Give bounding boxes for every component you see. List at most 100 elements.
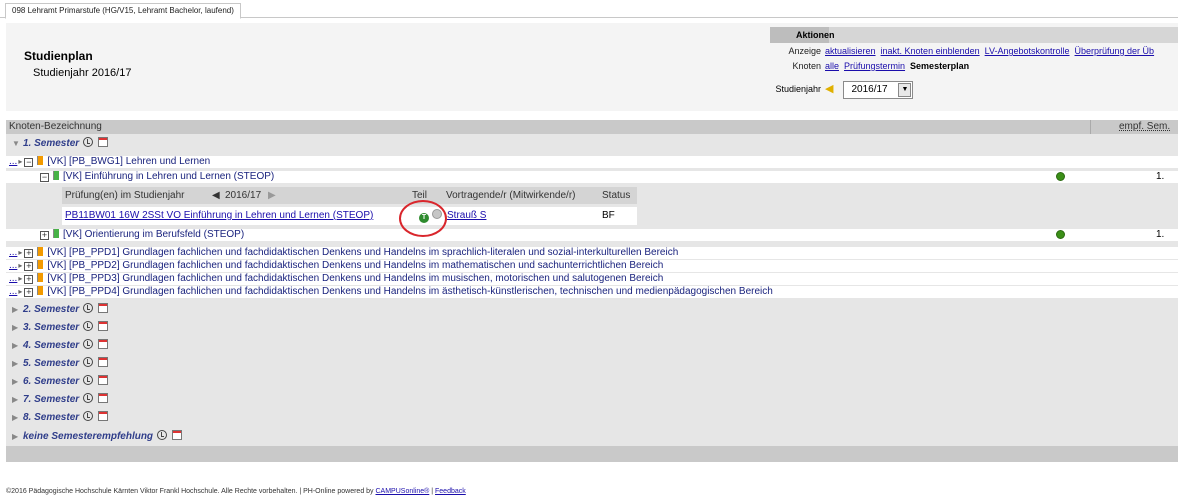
calendar-icon[interactable] [98, 375, 109, 385]
node-row: ...▸ + [VK] [PB_PPD2] Grundlagen fachliche… [6, 260, 1178, 272]
expand-icon[interactable]: + [40, 231, 49, 240]
node-label[interactable]: [VK] Einführung in Lehren und Lernen (ST… [63, 171, 274, 182]
campusonline-link[interactable]: CAMPUSonline® [376, 488, 430, 495]
more-link[interactable]: ... [9, 273, 17, 284]
semester-row[interactable]: ▶ keine Semesterempfehlung [6, 430, 1178, 442]
col-knoten-bezeichnung[interactable]: Knoten-Bezeichnung [9, 121, 102, 132]
alle-link[interactable]: alle [825, 61, 839, 71]
expand-triangle-icon[interactable]: ▶ [12, 431, 18, 443]
calendar-icon[interactable] [98, 321, 109, 331]
semester-label: 5. Semester [23, 358, 80, 369]
node-label[interactable]: [VK] [PB_PPD4] Grundlagen fachlichen und… [47, 286, 772, 297]
semester-row[interactable]: ▶ 8. Semester [6, 411, 1178, 423]
pick-icon[interactable]: ▸ [18, 261, 22, 270]
page-subtitle: Studienjahr 2016/17 [33, 67, 132, 79]
node-label[interactable]: [VK] Orientierung im Berufsfeld (STEOP) [63, 229, 244, 240]
pick-icon[interactable]: ▸ [18, 157, 22, 166]
col-status: Status [602, 190, 631, 201]
orange-flag-icon [37, 247, 44, 256]
clock-icon[interactable] [83, 321, 94, 331]
expand-triangle-icon[interactable]: ▶ [12, 376, 18, 388]
ueberpruefung-link[interactable]: Überprüfung der Üb [1075, 46, 1155, 56]
status-value: BF [602, 210, 615, 221]
course-link[interactable]: PB11BW01 16W 2SSt VO Einführung in Lehre… [65, 207, 373, 225]
semester-row[interactable]: ▶ 4. Semester [6, 339, 1178, 351]
expand-triangle-icon[interactable]: ▶ [12, 412, 18, 424]
collapse-icon[interactable]: − [24, 158, 34, 167]
expand-icon[interactable]: + [24, 262, 34, 271]
node-label[interactable]: [VK] [PB_PPD1] Grundlagen fachlichen und… [47, 247, 678, 258]
semester-row[interactable]: ▶ 2. Semester [6, 303, 1178, 315]
prev-year-icon[interactable]: ◀ [212, 187, 220, 204]
expand-icon[interactable]: + [24, 288, 34, 297]
clock-icon[interactable] [83, 411, 94, 421]
node-label[interactable]: [VK] [PB_PPD3] Grundlagen fachlichen und… [47, 273, 663, 284]
knoten-label: Knoten [792, 61, 821, 71]
footer-text: ©2016 Pädagogische Hochschule Kärnten Vi… [6, 488, 376, 495]
more-link[interactable]: ... [9, 260, 17, 271]
expand-triangle-icon[interactable]: ▶ [12, 304, 18, 316]
studienjahr-select[interactable]: 2016/17 ▼ [843, 80, 914, 99]
expand-triangle-icon[interactable]: ▶ [12, 394, 18, 406]
clock-icon[interactable] [83, 137, 94, 147]
clock-icon[interactable] [83, 357, 94, 367]
lecturer-link[interactable]: Strauß S [447, 207, 486, 225]
more-link[interactable]: ... [9, 286, 17, 297]
expand-triangle-icon[interactable]: ▶ [12, 358, 18, 370]
status-dot-icon [1056, 172, 1065, 181]
semester-label: 6. Semester [23, 376, 80, 387]
aktionen-heading-label: Aktionen [796, 30, 835, 40]
aktualisieren-link[interactable]: aktualisieren [825, 46, 876, 56]
feedback-link[interactable]: Feedback [435, 488, 466, 495]
chevron-down-icon[interactable]: ▼ [898, 82, 912, 97]
semester-label: 7. Semester [23, 394, 80, 405]
studienjahr-label: Studienjahr [775, 84, 821, 94]
col-empf-sem[interactable]: empf. Sem. [1119, 120, 1170, 134]
node-label[interactable]: [VK] [PB_BWG1] Lehren und Lernen [47, 156, 210, 167]
semester-row[interactable]: ▶ 5. Semester [6, 357, 1178, 369]
expand-triangle-icon[interactable]: ▶ [12, 322, 18, 334]
clock-icon[interactable] [157, 430, 168, 440]
calendar-icon[interactable] [98, 357, 109, 367]
clock-icon[interactable] [83, 303, 94, 313]
lv-angebotskontrolle-link[interactable]: LV-Angebotskontrolle [985, 46, 1070, 56]
exam-header: Prüfung(en) im Studienjahr ◀ 2016/17 ▶ T… [62, 187, 637, 204]
more-link[interactable]: ... [9, 156, 17, 167]
node-row: ...▸ + [VK] [PB_PPD3] Grundlagen fachliche… [6, 273, 1178, 285]
semester-row[interactable]: ▶ 7. Semester [6, 393, 1178, 405]
anzeige-row: Anzeige aktualisieren inakt. Knoten einble… [770, 44, 1178, 59]
orange-flag-icon [37, 273, 44, 282]
expand-icon[interactable]: + [24, 275, 34, 284]
collapse-icon[interactable]: − [40, 173, 49, 182]
calendar-icon[interactable] [98, 339, 109, 349]
expand-icon[interactable]: + [24, 249, 34, 258]
semester-row[interactable]: ▶ 3. Semester [6, 321, 1178, 333]
calendar-icon[interactable] [98, 393, 109, 403]
studienjahr-value: 2016/17 [851, 83, 888, 95]
calendar-icon[interactable] [98, 137, 109, 147]
more-link[interactable]: ... [9, 247, 17, 258]
pick-icon[interactable]: ▸ [18, 248, 22, 257]
highlight-circle [399, 200, 447, 237]
semester-row[interactable]: ▼ 1. Semester [6, 137, 1178, 149]
expand-triangle-icon[interactable]: ▼ [12, 138, 20, 150]
tab-studienplan[interactable]: 098 Lehramt Primarstufe (HG/V15, Lehramt… [5, 3, 241, 19]
calendar-icon[interactable] [172, 430, 183, 440]
node-row: ...▸ + [VK] [PB_PPD4] Grundlagen fachliche… [6, 286, 1178, 298]
column-divider [1090, 120, 1091, 134]
pruefungstermin-link[interactable]: Prüfungstermin [844, 61, 905, 71]
semester-row[interactable]: ▶ 6. Semester [6, 375, 1178, 387]
expand-triangle-icon[interactable]: ▶ [12, 340, 18, 352]
clock-icon[interactable] [83, 375, 94, 385]
inakt-knoten-link[interactable]: inakt. Knoten einblenden [881, 46, 980, 56]
calendar-icon[interactable] [98, 303, 109, 313]
next-year-icon[interactable]: ▶ [268, 187, 276, 204]
orange-flag-icon [37, 260, 44, 269]
calendar-icon[interactable] [98, 411, 109, 421]
clock-icon[interactable] [83, 393, 94, 403]
pick-icon[interactable]: ▸ [18, 287, 22, 296]
clock-icon[interactable] [83, 339, 94, 349]
empf-sem-value: 1. [1156, 171, 1165, 182]
node-label[interactable]: [VK] [PB_PPD2] Grundlagen fachlichen und… [47, 260, 663, 271]
pick-icon[interactable]: ▸ [18, 274, 22, 283]
